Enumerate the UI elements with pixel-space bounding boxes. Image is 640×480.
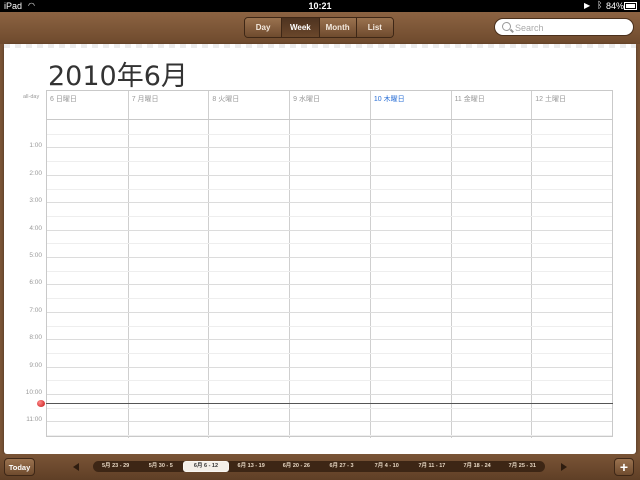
hour-label: 1:00 — [29, 142, 42, 150]
grid-line — [47, 380, 612, 382]
week-range-item[interactable]: 7月 11 - 17 — [409, 461, 454, 472]
week-strip: 5月 23 - 29 5月 30 - 5 6月 6 - 12 6月 13 - 19 6月… — [93, 461, 545, 472]
allday-label: all-day — [23, 94, 40, 100]
day-column[interactable]: 6 日曜日 — [47, 91, 128, 438]
week-grid[interactable]: 6 日曜日 7 月曜日 8 火曜日 9 水曜日 10 木曜日 11 金曜日 12 土曜日 — [46, 90, 613, 438]
top-toolbar: Day Week Month List Search — [0, 12, 640, 44]
grid-line — [47, 243, 612, 245]
status-bar: iPad ◠ 10:21 ▶ ᛒ 84% — [0, 0, 640, 12]
week-range-item[interactable]: 5月 30 - 5 — [138, 461, 183, 472]
grid-line — [47, 174, 612, 176]
hour-label: 11:00 — [26, 416, 42, 424]
grid-line — [47, 161, 612, 163]
day-header: 12 土曜日 — [535, 96, 567, 103]
current-time-dot — [37, 399, 45, 407]
week-range-item[interactable]: 6月 13 - 19 — [229, 461, 274, 472]
torn-edge — [4, 44, 636, 48]
hour-label: 6:00 — [29, 279, 42, 287]
hour-label: 7:00 — [29, 306, 42, 314]
month-title: 2010年6月 — [48, 61, 188, 92]
tab-list[interactable]: List — [356, 18, 393, 37]
week-range-item[interactable]: 6月 27 - 3 — [319, 461, 364, 472]
grid-line — [47, 325, 612, 327]
search-icon — [502, 22, 511, 31]
clock: 10:21 — [308, 1, 332, 11]
day-header: 8 火曜日 — [212, 96, 240, 103]
grid-line — [47, 147, 612, 149]
hour-label: 3:00 — [29, 197, 42, 205]
grid-line — [47, 229, 612, 231]
view-switcher: Day Week Month List — [244, 17, 394, 38]
grid-line — [47, 311, 612, 313]
day-column[interactable]: 11 金曜日 — [450, 91, 532, 438]
week-range-item[interactable]: 5月 23 - 29 — [93, 461, 138, 472]
battery-icon — [624, 2, 637, 10]
search-field[interactable]: Search — [494, 18, 634, 36]
day-column[interactable]: 9 水曜日 — [289, 91, 370, 438]
grid-line — [47, 352, 612, 354]
day-header: 6 日曜日 — [50, 96, 77, 103]
grid-line — [47, 407, 612, 409]
week-range-item[interactable]: 7月 25 - 31 — [500, 461, 545, 472]
grid-line — [47, 133, 612, 135]
week-range-item[interactable]: 7月 4 - 10 — [364, 461, 409, 472]
day-header: 7 月曜日 — [131, 96, 159, 103]
week-range-item[interactable]: 6月 6 - 12 — [183, 461, 229, 472]
play-icon: ▶ — [584, 1, 591, 10]
grid-line — [47, 284, 612, 286]
grid-line — [47, 366, 612, 368]
hour-label: 8:00 — [29, 334, 42, 342]
grid-line — [47, 435, 612, 437]
battery-percent: 84% — [606, 1, 625, 11]
bluetooth-icon: ᛒ — [597, 0, 603, 10]
add-event-button[interactable]: + — [614, 458, 634, 476]
bottom-toolbar: Today 5月 23 - 29 5月 30 - 5 6月 6 - 12 6月 13 … — [0, 454, 640, 480]
grid-line — [47, 215, 612, 217]
next-week-arrow-icon[interactable] — [561, 463, 567, 471]
day-column[interactable]: 12 土曜日 — [531, 91, 612, 438]
grid-line — [47, 421, 612, 423]
calendar-page: 2010年6月 all-day 6 日曜日 7 月曜日 8 火曜日 9 水曜日 10 木… — [4, 44, 636, 454]
grid-line — [47, 188, 612, 190]
grid-line — [47, 339, 612, 341]
grid-line — [47, 298, 612, 300]
day-column[interactable]: 7 月曜日 — [127, 91, 209, 438]
day-header: 9 水曜日 — [293, 96, 320, 103]
day-header: 10 木曜日 — [373, 96, 405, 103]
grid-line — [47, 257, 612, 258]
tab-week[interactable]: Week — [282, 18, 320, 37]
previous-week-arrow-icon[interactable] — [73, 463, 79, 471]
day-header: 11 金曜日 — [454, 96, 485, 103]
current-time-line — [46, 402, 613, 404]
tab-day[interactable]: Day — [245, 18, 283, 37]
today-button[interactable]: Today — [4, 458, 35, 476]
hour-label: 2:00 — [29, 169, 42, 177]
week-range-item[interactable]: 6月 20 - 26 — [274, 461, 319, 472]
week-range-item[interactable]: 7月 18 - 24 — [455, 461, 500, 472]
day-column[interactable]: 8 火曜日 — [208, 91, 289, 438]
day-column[interactable]: 10 木曜日 — [369, 91, 451, 438]
grid-line — [47, 202, 612, 204]
hour-label: 4:00 — [29, 224, 42, 232]
hour-label: 5:00 — [29, 252, 42, 259]
grid-line — [47, 119, 612, 120]
tab-month[interactable]: Month — [319, 18, 357, 37]
hour-label: 9:00 — [29, 361, 42, 369]
search-placeholder: Search — [515, 23, 544, 33]
grid-line — [47, 270, 612, 272]
grid-line — [47, 394, 612, 395]
hour-label: 10:00 — [25, 389, 42, 396]
